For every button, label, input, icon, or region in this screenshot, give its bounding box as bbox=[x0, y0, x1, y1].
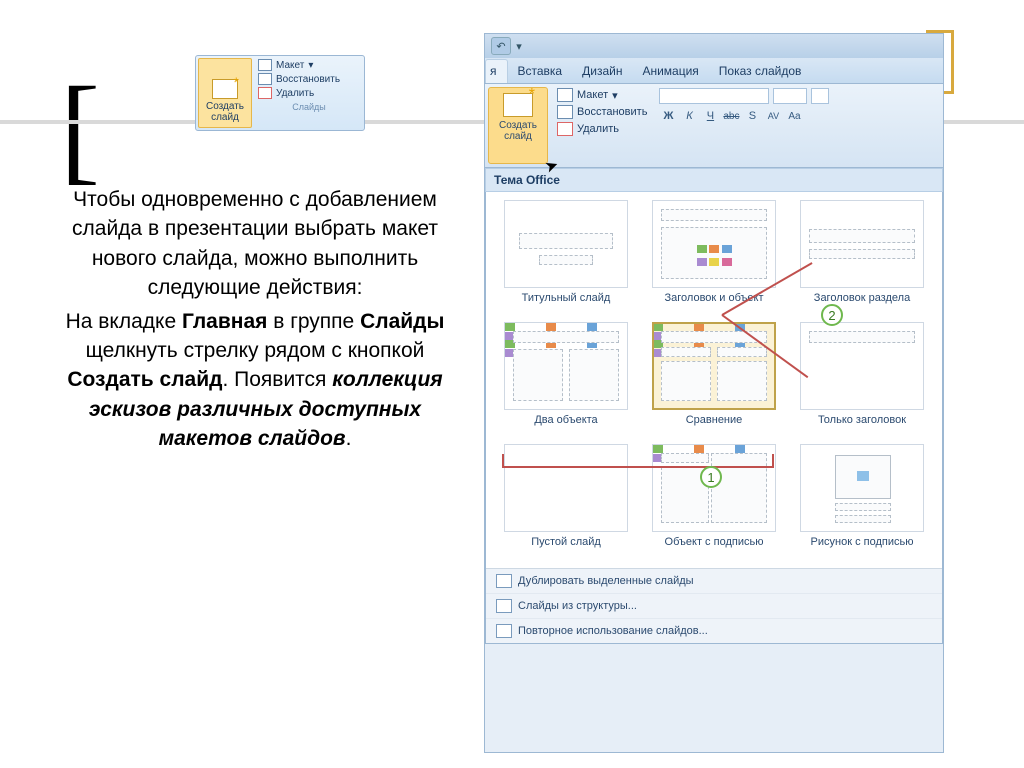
bold-button[interactable]: Ж bbox=[659, 110, 677, 122]
layout-two-content[interactable]: Два объекта bbox=[496, 322, 636, 442]
case-button[interactable]: Aa bbox=[785, 111, 803, 122]
layout-section-header[interactable]: Заголовок раздела bbox=[792, 200, 932, 320]
duplicate-icon bbox=[496, 574, 512, 588]
reset-icon bbox=[258, 73, 272, 85]
underline-button[interactable]: Ч bbox=[701, 110, 719, 122]
undo-button[interactable]: ↶ bbox=[491, 37, 511, 55]
reset-icon bbox=[557, 105, 573, 119]
ribbon-font-group: Ж К Ч abc S AV Aa bbox=[653, 84, 943, 167]
new-slide-icon bbox=[503, 93, 533, 117]
gallery-footer: Дублировать выделенные слайды Слайды из … bbox=[486, 568, 942, 643]
group-label: Слайды bbox=[258, 102, 360, 112]
ribbon-slide-actions: Макет ▾ Восстановить Удалить bbox=[551, 84, 653, 167]
slides-from-outline[interactable]: Слайды из структуры... bbox=[486, 594, 942, 619]
qat-dropdown[interactable]: ▾ bbox=[513, 37, 525, 55]
callout-1: 1 bbox=[700, 466, 722, 488]
ribbon-tabs: я Вставка Дизайн Анимация Показ слайдов bbox=[485, 58, 943, 84]
italic-button[interactable]: К bbox=[680, 110, 698, 122]
layout-title-only[interactable]: Только заголовок bbox=[792, 322, 932, 442]
delete-icon bbox=[258, 87, 272, 99]
ribbon-delete[interactable]: Удалить bbox=[557, 122, 647, 136]
layout-icon bbox=[557, 88, 573, 102]
layout-menu[interactable]: Макет ▾ bbox=[258, 59, 360, 71]
font-size-combo[interactable] bbox=[773, 88, 807, 104]
ribbon-reset[interactable]: Восстановить bbox=[557, 105, 647, 119]
layout-title-slide[interactable]: Титульный слайд bbox=[496, 200, 636, 320]
paragraph-1: Чтобы одновременно с добавлением слайда … bbox=[45, 185, 465, 303]
reuse-icon bbox=[496, 624, 512, 638]
tab-slideshow[interactable]: Показ слайдов bbox=[709, 60, 812, 83]
ribbon-new-slide-button[interactable]: Создать слайд bbox=[488, 87, 548, 164]
layout-title-content[interactable]: Заголовок и объект bbox=[644, 200, 784, 320]
tab-design[interactable]: Дизайн bbox=[572, 60, 632, 83]
layout-picture-caption[interactable]: Рисунок с подписью bbox=[792, 444, 932, 564]
layout-comparison[interactable]: Сравнение bbox=[644, 322, 784, 442]
outline-icon bbox=[496, 599, 512, 613]
paragraph-2: На вкладке Главная в группе Слайды щелкн… bbox=[45, 307, 465, 454]
grow-font-button[interactable] bbox=[811, 88, 829, 104]
reuse-slides[interactable]: Повторное использование слайдов... bbox=[486, 619, 942, 643]
powerpoint-panel: ↶ ▾ я Вставка Дизайн Анимация Показ слай… bbox=[484, 33, 944, 753]
delete-icon bbox=[557, 122, 573, 136]
tab-home-partial[interactable]: я bbox=[485, 59, 508, 83]
duplicate-slides[interactable]: Дублировать выделенные слайды bbox=[486, 569, 942, 594]
new-slide-icon bbox=[212, 79, 238, 99]
shadow-button[interactable]: S bbox=[743, 110, 761, 122]
callout-2: 2 bbox=[821, 304, 843, 326]
quick-access-toolbar: ↶ ▾ bbox=[485, 34, 943, 58]
spacing-button[interactable]: AV bbox=[764, 111, 782, 121]
tab-animation[interactable]: Анимация bbox=[632, 60, 708, 83]
callout-1-bracket bbox=[502, 454, 774, 468]
delete-button[interactable]: Удалить bbox=[258, 87, 360, 99]
reset-button[interactable]: Восстановить bbox=[258, 73, 360, 85]
font-family-combo[interactable] bbox=[659, 88, 769, 104]
slides-group-snippet: Создать слайд Макет ▾ Восстановить Удали… bbox=[195, 55, 365, 131]
layout-gallery: Тема Office Титульный слайд Заголовок и … bbox=[485, 168, 943, 644]
tab-insert[interactable]: Вставка bbox=[508, 60, 573, 83]
strike-button[interactable]: abc bbox=[722, 111, 740, 122]
layout-icon bbox=[258, 59, 272, 71]
new-slide-button[interactable]: Создать слайд bbox=[198, 58, 252, 128]
body-text: Чтобы одновременно с добавлением слайда … bbox=[45, 185, 465, 454]
bracket-left-glyph: [ bbox=[60, 60, 100, 198]
ribbon-layout[interactable]: Макет ▾ bbox=[557, 88, 647, 102]
new-slide-label: Создать слайд bbox=[199, 99, 251, 127]
